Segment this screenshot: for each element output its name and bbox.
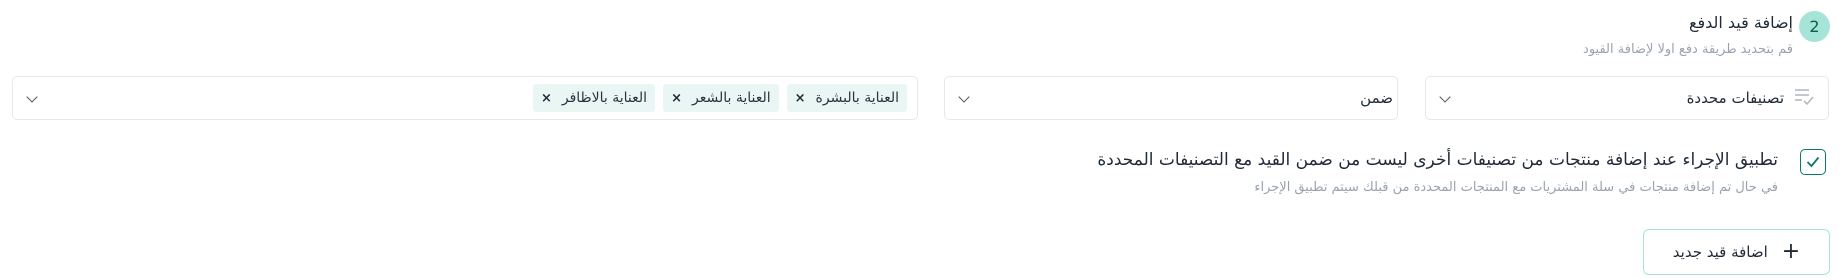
step-number-badge: 2 [1799, 11, 1830, 42]
category-tag: العناية بالبشرة × [786, 84, 907, 112]
category-tag-label: العناية بالبشرة [815, 90, 899, 106]
category-tag: العناية بالاظافر × [532, 84, 656, 112]
step-subtitle: قم بتحديد طريقة دفع اولا لإضافة القيود [1583, 42, 1793, 57]
condition-value: ضمن [1360, 89, 1393, 107]
add-restriction-button[interactable]: + اضافة قيد جديد [1643, 229, 1830, 275]
remove-tag-icon[interactable]: × [671, 91, 682, 106]
chevron-down-icon [1439, 91, 1451, 103]
add-restriction-label: اضافة قيد جديد [1672, 243, 1768, 261]
category-tag-label: العناية بالشعر [691, 90, 771, 106]
plus-icon: + [1781, 239, 1801, 264]
category-tag-label: العناية بالاظافر [561, 90, 648, 106]
restriction-type-select[interactable]: تصنيفات محددة [1425, 76, 1829, 120]
chevron-down-icon [958, 91, 970, 103]
apply-action-checkbox[interactable] [1800, 149, 1826, 175]
category-tag: العناية بالشعر × [663, 84, 779, 112]
condition-select[interactable]: ضمن [944, 76, 1398, 120]
restriction-type-value: تصنيفات محددة [1686, 89, 1784, 107]
apply-action-label: تطبيق الإجراء عند إضافة منتجات من تصنيفا… [1097, 150, 1778, 170]
step-title: إضافة قيد الدفع [1688, 13, 1793, 32]
categories-multiselect[interactable]: العناية بالبشرة × العناية بالشعر × العنا… [12, 76, 918, 120]
remove-tag-icon[interactable]: × [795, 91, 806, 106]
list-check-icon [1793, 87, 1815, 111]
check-icon [1806, 156, 1820, 168]
remove-tag-icon[interactable]: × [541, 91, 552, 106]
apply-action-description: في حال تم إضافة منتجات في سلة المشتريات … [1254, 180, 1778, 195]
chevron-down-icon [26, 91, 38, 103]
